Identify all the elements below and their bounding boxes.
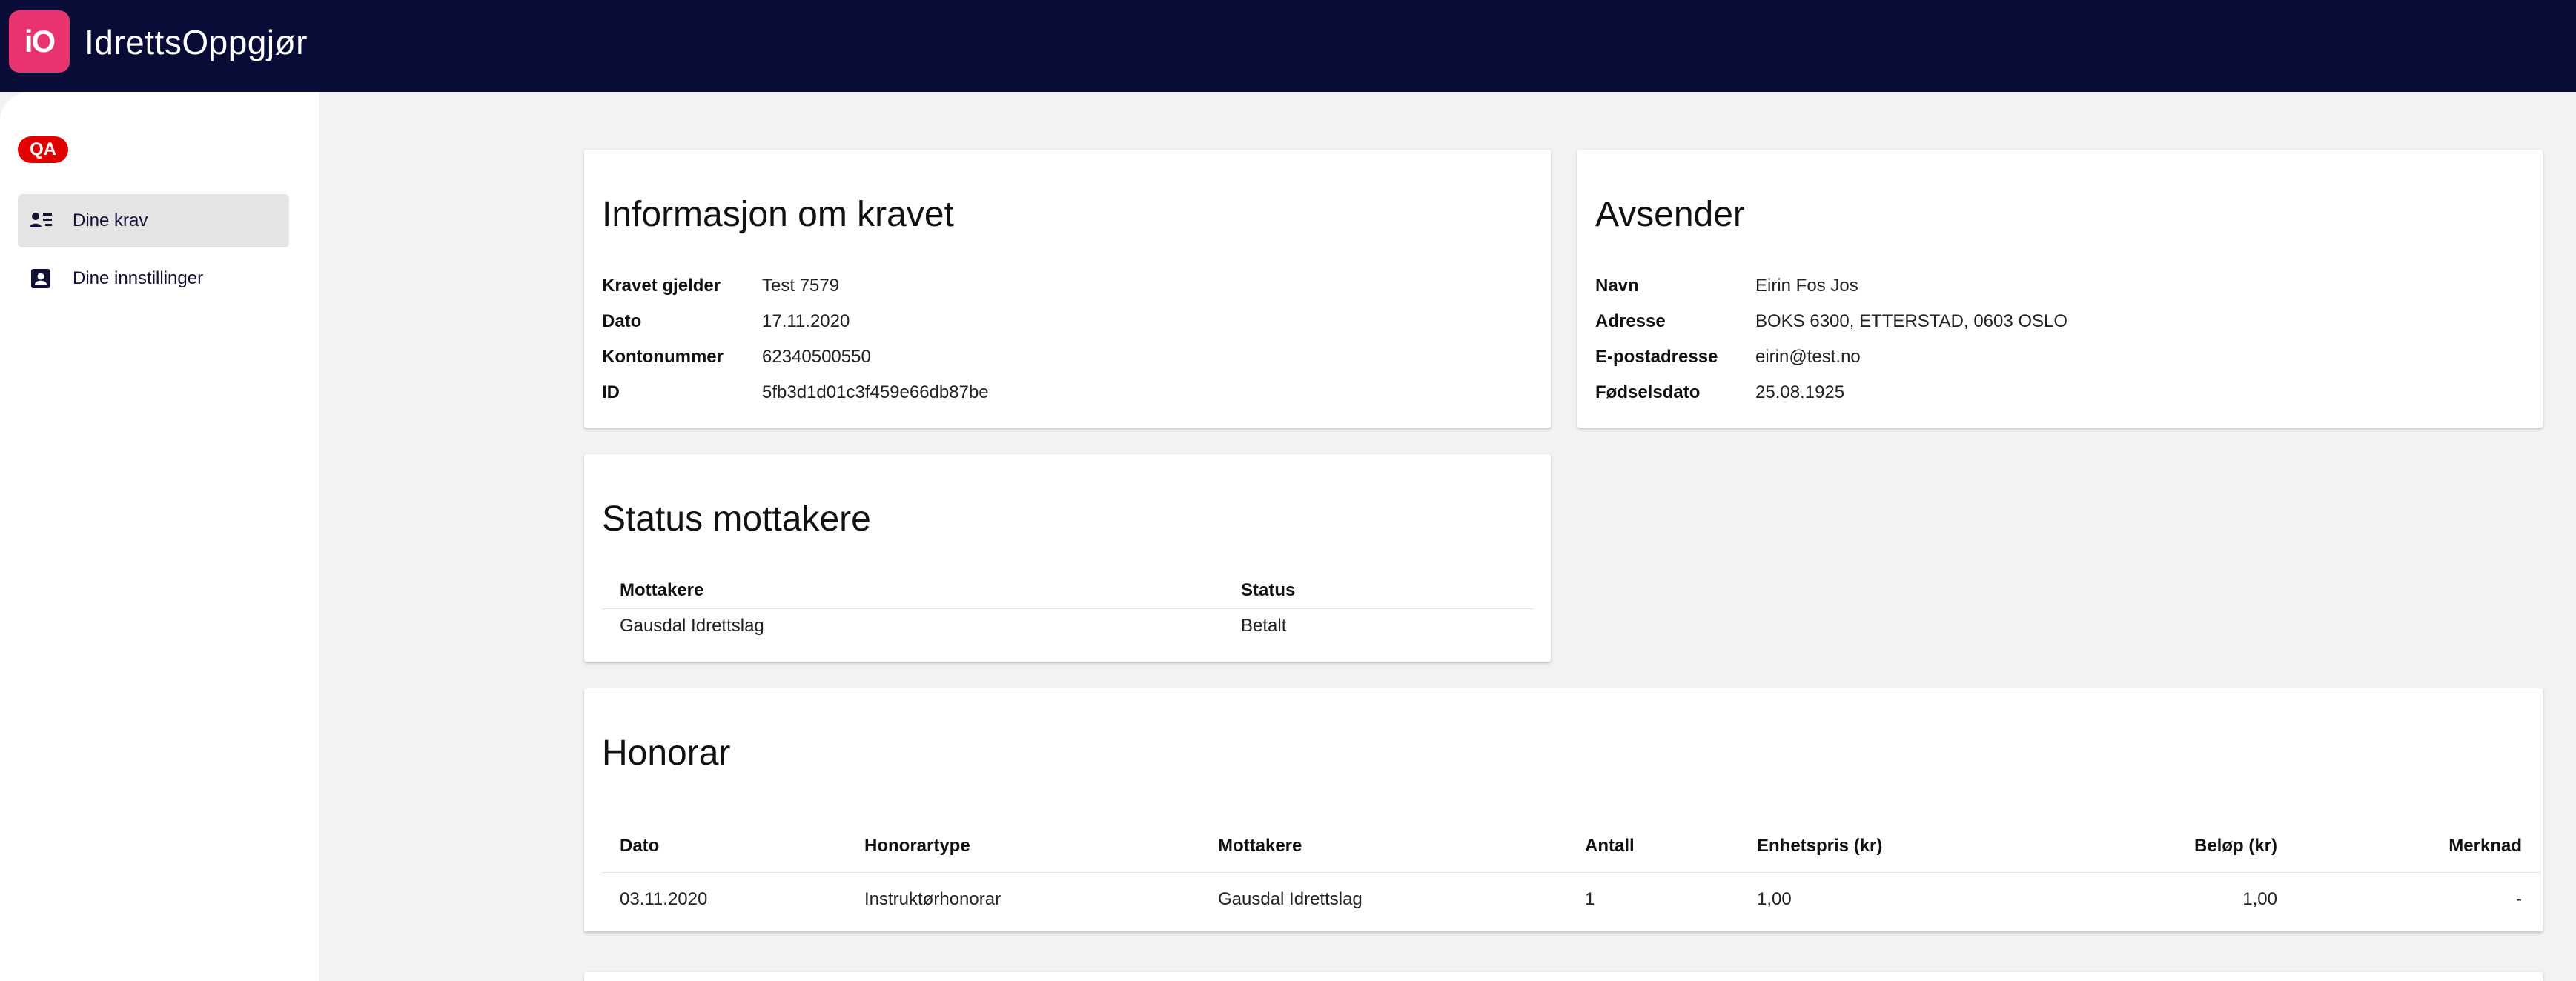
column-header-belop: Beløp (kr) bbox=[2193, 835, 2277, 856]
sidebar-item-dine-krav[interactable]: Dine krav bbox=[18, 194, 289, 247]
info-value: Eirin Fos Jos bbox=[1755, 276, 1858, 296]
environment-badge: QA bbox=[18, 136, 68, 163]
amount-cell: 1,00 bbox=[2055, 871, 2295, 927]
honorar-card: Honorar Dato Honorartype Mottakere Antal… bbox=[584, 688, 2543, 931]
sender-card: Avsender Navn Eirin Fos Jos Adresse BOKS 6… bbox=[1577, 150, 2543, 428]
column-header-mottakere: Mottakere bbox=[1218, 835, 1302, 856]
info-label: Adresse bbox=[1595, 311, 1666, 331]
sidebar-item-dine-innstillinger[interactable]: Dine innstillinger bbox=[18, 252, 289, 305]
info-row: Fødselsdato 25.08.1925 bbox=[1595, 375, 2067, 410]
contact-card-icon bbox=[30, 267, 52, 290]
info-row: ID 5fb3d1d01c3f459e66db87be bbox=[602, 375, 989, 410]
card-title: Honorar bbox=[602, 734, 731, 773]
column-header-antall: Antall bbox=[1585, 835, 1635, 856]
column-header-honorartype: Honorartype bbox=[864, 835, 970, 856]
info-row: Adresse BOKS 6300, ETTERSTAD, 0603 OSLO bbox=[1595, 304, 2067, 339]
table-header-row: Mottakere Status bbox=[602, 573, 1534, 608]
info-label: Kravet gjelder bbox=[602, 276, 721, 296]
recipient-cell: Gausdal Idrettslag bbox=[602, 608, 1223, 644]
info-value: 17.11.2020 bbox=[762, 311, 850, 331]
remark-cell: - bbox=[2295, 871, 2540, 927]
info-row: Kravet gjelder Test 7579 bbox=[602, 268, 989, 304]
person-list-icon bbox=[30, 210, 52, 232]
app-logo[interactable]: iO bbox=[9, 10, 70, 73]
column-header-merknad: Merknad bbox=[2448, 835, 2522, 856]
info-row: Navn Eirin Fos Jos bbox=[1595, 268, 2067, 304]
column-header-status: Status bbox=[1241, 579, 1296, 600]
info-row: E-postadresse eirin@test.no bbox=[1595, 339, 2067, 375]
app-title: IdrettsOppgjør bbox=[85, 23, 308, 61]
info-label: ID bbox=[602, 382, 620, 402]
info-label: Kontonummer bbox=[602, 347, 724, 367]
card-title: Status mottakere bbox=[602, 499, 871, 539]
sender-info-list: Navn Eirin Fos Jos Adresse BOKS 6300, ETTE… bbox=[1595, 268, 2067, 410]
info-label: Dato bbox=[602, 311, 642, 331]
date-cell: 03.11.2020 bbox=[602, 871, 847, 927]
claim-info-list: Kravet gjelder Test 7579 Dato 17.11.2020 K… bbox=[602, 268, 989, 410]
sidebar-item-label: Dine krav bbox=[73, 210, 148, 230]
quantity-cell: 1 bbox=[1567, 871, 1739, 927]
honorar-type-cell: Instruktørhonorar bbox=[847, 871, 1200, 927]
table-row: 03.11.2020 Instruktørhonorar Gausdal Idr… bbox=[602, 871, 2540, 927]
info-value: eirin@test.no bbox=[1755, 347, 1861, 367]
unit-price-cell: 1,00 bbox=[1739, 871, 2055, 927]
claim-info-card: Informasjon om kravet Kravet gjelder Test… bbox=[584, 150, 1551, 428]
info-row: Dato 17.11.2020 bbox=[602, 304, 989, 339]
table-row: Gausdal Idrettslag Betalt bbox=[602, 608, 1534, 644]
recipient-status-card: Status mottakere Mottakere Status Gausda… bbox=[584, 454, 1551, 662]
info-row: Kontonummer 62340500550 bbox=[602, 339, 989, 375]
info-value: 62340500550 bbox=[762, 347, 871, 367]
top-app-bar: iO IdrettsOppgjør bbox=[0, 0, 2576, 92]
info-label: Fødselsdato bbox=[1595, 382, 1701, 402]
honorar-table: Dato Honorartype Mottakere Antall Enhets… bbox=[602, 820, 2540, 927]
next-section-card bbox=[584, 972, 2543, 981]
info-value: 5fb3d1d01c3f459e66db87be bbox=[762, 382, 989, 402]
recipient-status-table: Mottakere Status Gausdal Idrettslag Beta… bbox=[602, 573, 1534, 644]
info-label: E-postadresse bbox=[1595, 347, 1718, 367]
card-title: Avsender bbox=[1595, 195, 1745, 234]
column-header-dato: Dato bbox=[620, 835, 660, 856]
recipient-cell: Gausdal Idrettslag bbox=[1200, 871, 1567, 927]
column-header-mottakere: Mottakere bbox=[620, 579, 704, 600]
card-title: Informasjon om kravet bbox=[602, 195, 954, 234]
table-header-row: Dato Honorartype Mottakere Antall Enhets… bbox=[602, 820, 2540, 872]
status-cell: Betalt bbox=[1223, 608, 1534, 644]
info-value: 25.08.1925 bbox=[1755, 382, 1845, 402]
info-label: Navn bbox=[1595, 276, 1639, 296]
column-header-enhetspris: Enhetspris (kr) bbox=[1757, 835, 1883, 856]
sidebar-item-label: Dine innstillinger bbox=[73, 268, 204, 288]
sidebar: QA Dine krav Dine innstillinger bbox=[0, 92, 319, 981]
info-value: BOKS 6300, ETTERSTAD, 0603 OSLO bbox=[1755, 311, 2068, 331]
info-value: Test 7579 bbox=[762, 276, 840, 296]
